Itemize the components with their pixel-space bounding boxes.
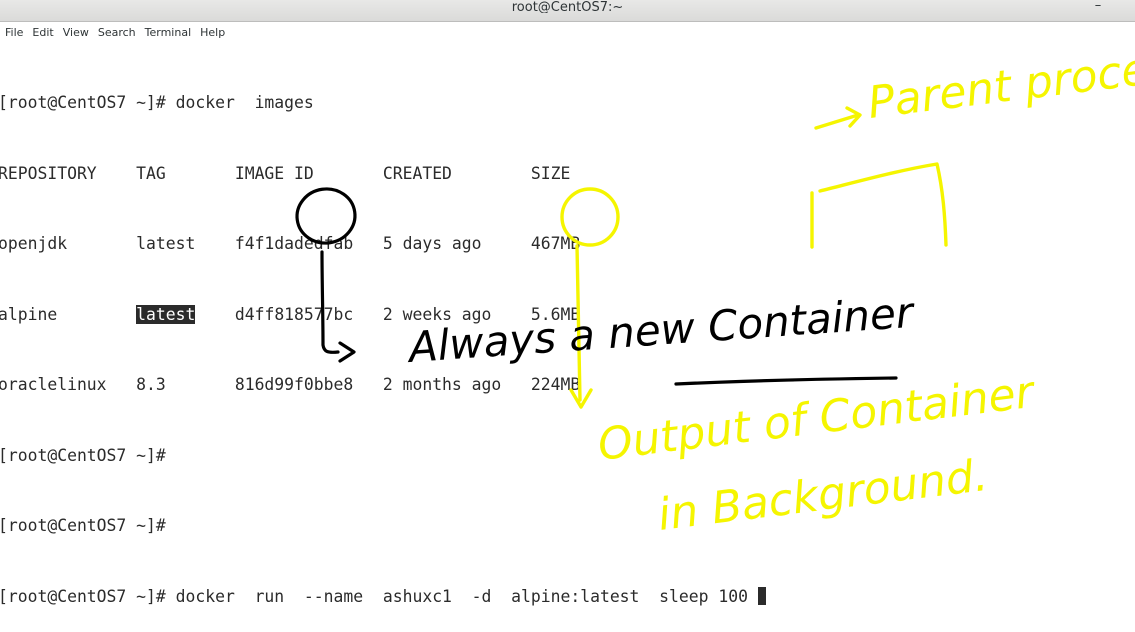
terminal-line-prompt: [root@CentOS7 ~]#	[0, 445, 166, 465]
alpine-repo: alpine	[0, 304, 137, 324]
window-titlebar: root@CentOS7:~ –	[0, 0, 1135, 22]
menu-help[interactable]: Help	[200, 26, 225, 39]
terminal-line-command: [root@CentOS7 ~]# docker images	[0, 93, 314, 112]
terminal-line-prompt: [root@CentOS7 ~]#	[0, 516, 166, 535]
terminal-line-header: REPOSITORY TAG IMAGE ID CREATED SIZE	[0, 163, 571, 183]
terminal-line-oraclelinux: oraclelinux 8.3 816d99f0bbe8 2 months ag…	[0, 375, 581, 394]
menu-file[interactable]: File	[5, 26, 23, 39]
parent-arrow	[814, 106, 862, 130]
alpine-rest: d4ff818577bc 2 weeks ago 5.6MB	[195, 304, 581, 324]
menu-terminal[interactable]: Terminal	[145, 26, 192, 39]
annotation-parent-process: Parent process	[865, 38, 1135, 129]
window-title: root@CentOS7:~	[511, 0, 624, 13]
terminal-line-openjdk: openjdk latest f4f1dadedfab 5 days ago 4…	[0, 234, 581, 253]
minimize-icon[interactable]: –	[1089, 0, 1107, 20]
menu-search[interactable]: Search	[98, 26, 136, 39]
terminal-line-alpine: alpine latest d4ff818577bc 2 weeks ago 5…	[0, 303, 766, 327]
menu-bar: File Edit View Search Terminal Help	[0, 22, 234, 42]
current-command-text: [root@CentOS7 ~]# docker run --name ashu…	[0, 586, 758, 606]
menu-view[interactable]: View	[63, 26, 89, 39]
menu-edit[interactable]: Edit	[32, 26, 53, 39]
selected-tag: latest	[136, 304, 196, 324]
terminal-line-current-command: [root@CentOS7 ~]# docker run --name ashu…	[0, 585, 766, 609]
terminal-cursor	[757, 586, 766, 605]
sleep-box	[810, 162, 948, 249]
terminal-output[interactable]: [root@CentOS7 ~]# docker images REPOSITO…	[0, 44, 766, 632]
